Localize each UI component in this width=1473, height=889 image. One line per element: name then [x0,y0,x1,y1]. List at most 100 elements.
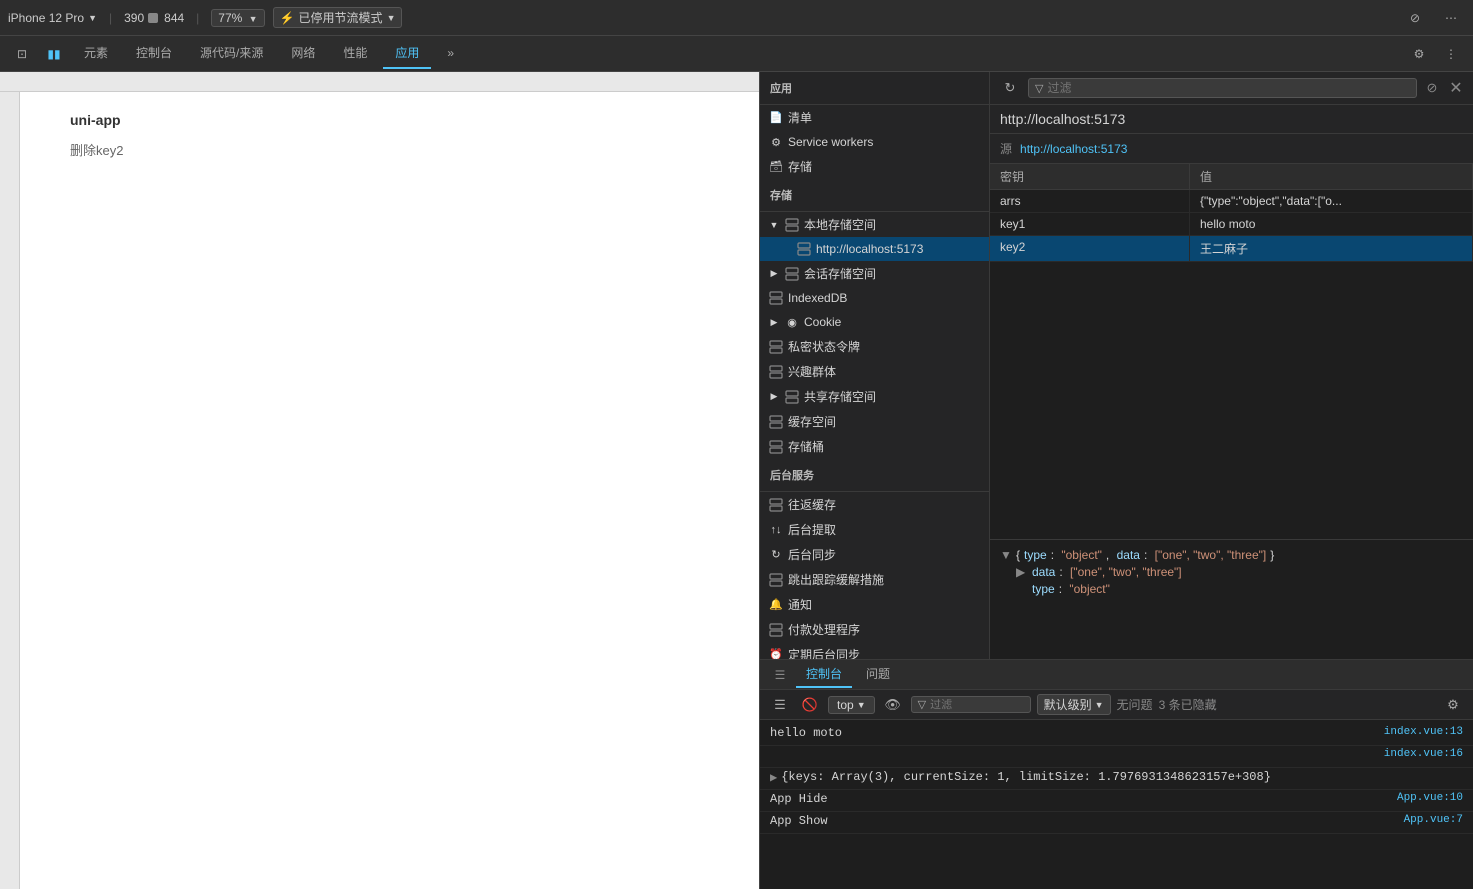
console-menu-btn[interactable]: ☰ [768,663,792,687]
console-toolbar: ☰ 🚫 top ▼ 👁 ▽ 默认级别 ▼ [760,690,1473,720]
console-link-app-10[interactable]: App.vue:10 [1397,792,1463,804]
sidebar-section-background: 后台服务 [760,459,989,492]
back-forward-icon [768,497,784,513]
sidebar-item-private-state[interactable]: 私密状态令牌 [760,334,989,359]
filter-cancel-btn[interactable]: ⊘ [1423,79,1441,97]
tab-sources[interactable]: 源代码/来源 [188,38,275,69]
sidebar-item-notifications[interactable]: 🔔 通知 [760,592,989,617]
responsive-toggle-btn[interactable]: ⊡ [8,40,36,68]
sidebar-item-localstorage-label: 本地存储空间 [804,216,876,233]
console-line-expandable[interactable]: ▶ {keys: Array(3), currentSize: 1, limit… [760,768,1473,790]
tab-network[interactable]: 网络 [279,38,327,69]
tab-elements[interactable]: 元素 [72,38,120,69]
tree-expand-data[interactable]: ▶ [1016,565,1028,579]
split-panel-btn[interactable]: ▮▮ [40,40,68,68]
localstorage-icon [784,217,800,233]
gear-icon: ⚙ [1414,47,1425,61]
app-content: ↻ ▽ ⊘ ✕ http://localhost:5173 [990,72,1473,659]
delete-key-text: 删除key2 [70,140,123,159]
console-line[interactable]: App Hide App.vue:10 [760,790,1473,812]
filter-close-btn[interactable]: ✕ [1447,79,1465,97]
tab-performance[interactable]: 性能 [331,38,379,69]
no-throttle-icon-btn[interactable]: ⊘ [1401,4,1429,32]
table-row[interactable]: arrs {"type":"object","data":["o... [990,190,1473,213]
more-options-btn[interactable]: ⋯ [1437,4,1465,32]
tree-expand-arrow[interactable]: ▼ [1000,548,1012,562]
private-state-icon [768,339,784,355]
console-panel: ☰ 控制台 问题 ☰ 🚫 top ▼ 👁 [760,659,1473,889]
tab-console[interactable]: 控制台 [124,38,184,69]
refresh-icon: ↻ [1005,80,1016,96]
bounce-icon [768,572,784,588]
source-value: http://localhost:5173 [1020,142,1127,156]
eye-btn[interactable]: 👁 [881,693,905,717]
device-label[interactable]: iPhone 12 Pro ▼ [8,11,97,25]
console-line[interactable]: hello moto index.vue:13 [760,724,1473,746]
close-btn-icon [148,13,158,23]
sidebar-item-payment-handler[interactable]: 付款处理程序 [760,617,989,642]
filter-input-wrap: ▽ [1028,78,1417,98]
sidebar-item-back-forward[interactable]: 往返缓存 [760,492,989,517]
console-text-app-show: App Show [770,814,1396,828]
top-toolbar: iPhone 12 Pro ▼ | 390 844 | 77% ▼ ⚡ 已停用节… [0,0,1473,36]
throttle-chevron-icon: ▼ [387,13,396,23]
devtools-more-btn[interactable]: ⋮ [1437,40,1465,68]
dimensions-group[interactable]: 390 844 [124,11,184,25]
console-tab-console[interactable]: 控制台 [796,661,852,688]
console-tabs: ☰ 控制台 问题 [760,660,1473,690]
ruler-row: uni-app 删除key2 [0,92,759,889]
console-link-index-13[interactable]: index.vue:13 [1384,726,1463,738]
console-tab-issues[interactable]: 问题 [856,661,900,688]
console-settings-btn[interactable]: ⚙ [1441,693,1465,717]
console-line[interactable]: App Show App.vue:7 [760,812,1473,834]
console-clear-btn[interactable]: 🚫 [798,693,822,717]
sidebar-item-bounce-tracking[interactable]: 跳出跟踪缓解措施 [760,567,989,592]
console-expand-arrow[interactable]: ▶ [770,770,777,785]
zoom-select[interactable]: 77% ▼ [211,9,264,27]
sidebar-item-periodic-sync[interactable]: ⏰ 定期后台同步 [760,642,989,659]
console-sidebar-toggle[interactable]: ☰ [768,693,792,717]
sidebar-item-manifest[interactable]: 📄 清单 [760,105,989,130]
bg-sync-icon: ↻ [768,547,784,563]
console-filter-input[interactable] [930,699,1024,711]
console-link-app-7[interactable]: App.vue:7 [1404,814,1463,826]
eye-icon: 👁 [884,697,901,713]
sidebar-item-storage-bucket[interactable]: 存储桶 [760,434,989,459]
cell-key-key2: key2 [990,236,1190,261]
console-filter-wrap: ▽ [911,696,1031,713]
sidebar-item-bg-sync[interactable]: ↻ 后台同步 [760,542,989,567]
tab-application[interactable]: 应用 [383,38,431,69]
sidebar-item-sessionstorage[interactable]: ▶ 会话存储空间 [760,261,989,286]
sidebar-item-bg-fetch[interactable]: ↑↓ 后台提取 [760,517,989,542]
throttle-mode[interactable]: ⚡ 已停用节流模式 ▼ [273,7,403,28]
clear-icon: 🚫 [802,697,818,713]
ruler-horizontal [0,72,759,92]
sidebar-item-shared-storage[interactable]: ▶ 共享存储空间 [760,384,989,409]
table-row[interactable]: key1 hello moto [990,213,1473,236]
console-line[interactable]: index.vue:16 [760,746,1473,768]
responsive-icon: ⊡ [17,47,27,61]
sidebar-item-localstorage[interactable]: ▼ 本地存储空间 [760,212,989,237]
filter-input[interactable] [1047,81,1410,95]
sidebar-item-service-workers[interactable]: ⚙ Service workers [760,130,989,154]
device-name: iPhone 12 Pro [8,11,84,25]
top-context-btn[interactable]: top ▼ [828,696,875,714]
sidebar-item-cookie[interactable]: ▶ ◉ Cookie [760,310,989,334]
sidebar-item-localhost[interactable]: http://localhost:5173 [760,237,989,261]
filter-icon: ▽ [918,698,926,711]
sidebar-section-app: 应用 [760,72,989,105]
menu-icon: ☰ [775,668,786,682]
expand-arrow-session: ▶ [768,268,780,280]
sidebar-item-storage[interactable]: 🗃 存储 [760,154,989,179]
sidebar-item-interest-groups[interactable]: 兴趣群体 [760,359,989,384]
tab-more[interactable]: » [435,40,466,68]
console-link-index-16[interactable]: index.vue:16 [1384,748,1463,760]
sidebar-item-cache-storage[interactable]: 缓存空间 [760,409,989,434]
log-level-dropdown[interactable]: 默认级别 ▼ [1037,694,1111,715]
sidebar-item-indexeddb[interactable]: IndexedDB [760,286,989,310]
sidebar-item-bg-sync-label: 后台同步 [788,546,836,563]
settings-btn[interactable]: ⚙ [1405,40,1433,68]
table-row-selected[interactable]: key2 王二麻子 [990,236,1473,262]
refresh-btn[interactable]: ↻ [998,76,1022,100]
height-value: 844 [164,11,184,25]
